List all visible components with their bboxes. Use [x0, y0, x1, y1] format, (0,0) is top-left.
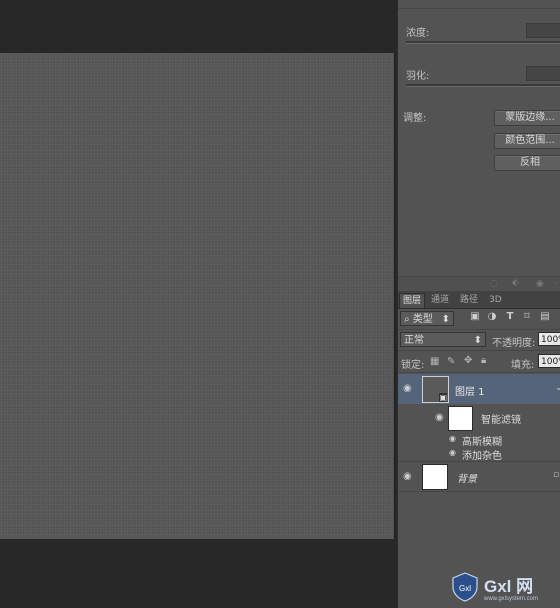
eye-icon[interactable]: ◉	[435, 412, 444, 423]
mask-visibility-icon[interactable]: ◉	[536, 279, 544, 289]
layer-thumbnail	[422, 464, 448, 490]
density-label: 浓度:	[406, 28, 430, 39]
fill-field[interactable]: 100%	[538, 354, 560, 368]
lock-label: 锁定:	[401, 360, 425, 371]
eye-icon[interactable]: ◉	[449, 448, 456, 457]
apply-mask-icon[interactable]: ⬖	[512, 278, 519, 288]
filter-kind-label: 类型	[412, 314, 433, 325]
watermark: Gxl Gxl 网 www.gxlsystem.com	[452, 570, 560, 608]
layer-name: 背景	[457, 474, 477, 485]
search-icon: ⌕	[404, 314, 410, 325]
invert-button[interactable]: 反相	[494, 155, 560, 171]
divider	[398, 491, 560, 492]
lock-all-icon[interactable]: 🔒︎	[481, 355, 486, 366]
properties-panel: 浓度: 羽化: 调整: 蒙版边缘... 颜色范围... 反相 ◌ ⬖ ◉ ·	[398, 0, 560, 292]
image-filter-icon[interactable]: ▣	[469, 311, 481, 322]
divider	[398, 350, 560, 351]
tab-paths[interactable]: 路径	[457, 293, 481, 307]
filter-row[interactable]: ◉ 高斯模糊	[398, 432, 560, 448]
density-value-field[interactable]	[526, 23, 560, 38]
blend-mode-select[interactable]: 正常 ⬍	[400, 332, 486, 347]
smart-filters-label: 智能滤镜	[481, 415, 521, 426]
divider	[398, 329, 560, 330]
panel-top-edge	[398, 0, 560, 9]
smart-filters-row[interactable]: ◉ 智能滤镜	[398, 404, 560, 432]
shape-filter-icon[interactable]: ⌑	[521, 311, 533, 322]
lock-transparent-pixels-icon[interactable]: ▦	[430, 356, 439, 367]
divider	[398, 372, 560, 373]
density-slider[interactable]	[406, 41, 560, 44]
layers-panel-tabs: 图层 通道 路径 3D	[398, 291, 560, 309]
eye-icon[interactable]: ◉	[403, 383, 412, 394]
fill-label: 填充:	[511, 360, 535, 371]
adjustment-filter-icon[interactable]: ◑	[486, 311, 498, 322]
delete-mask-icon[interactable]: ·	[554, 279, 557, 289]
smart-filter-mask-thumbnail[interactable]	[448, 406, 473, 431]
smart-object-badge-icon: ▣	[439, 393, 447, 402]
type-filter-icon[interactable]: T	[504, 311, 516, 322]
filter-name: 添加杂色	[462, 451, 502, 462]
eye-icon[interactable]: ◉	[403, 471, 412, 482]
layer-thumbnail: ▣	[422, 376, 449, 403]
layers-panel: 图层 通道 路径 3D ⌕ 类型 ⬍ ▣ ◑ T ⌑ ▤ 正常 ⬍ 不透明度: …	[398, 291, 560, 608]
lock-position-icon[interactable]: ✥	[464, 355, 472, 366]
opacity-label: 不透明度:	[492, 338, 536, 349]
lock-icon: ▫	[553, 470, 560, 480]
mask-edge-button[interactable]: 蒙版边缘...	[494, 110, 560, 126]
smart-object-filter-icon[interactable]: ▤	[539, 311, 551, 322]
chevron-updown-icon: ⬍	[473, 335, 482, 346]
adjust-label: 调整:	[403, 113, 427, 124]
filter-row[interactable]: ◉ 添加杂色	[398, 446, 560, 462]
svg-text:Gxl: Gxl	[459, 584, 471, 593]
layer-row[interactable]: ◉ 背景 ▫	[398, 462, 560, 491]
chevron-updown-icon: ⬍	[441, 314, 450, 325]
feather-value-field[interactable]	[526, 66, 560, 81]
selection-from-mask-icon[interactable]: ◌	[490, 279, 498, 289]
layer-filter-kind-select[interactable]: ⌕ 类型 ⬍	[400, 311, 454, 326]
layer-name: 图层 1	[455, 387, 485, 398]
shield-logo-icon: Gxl	[452, 572, 478, 602]
layer-options-icon[interactable]: ⌄	[555, 383, 560, 393]
feather-slider[interactable]	[406, 84, 560, 87]
tab-layers[interactable]: 图层	[399, 293, 426, 308]
document-canvas[interactable]	[0, 53, 395, 539]
document-workspace	[0, 0, 397, 608]
tab-3d[interactable]: 3D	[486, 293, 505, 307]
color-range-button[interactable]: 颜色范围...	[494, 133, 560, 149]
feather-label: 羽化:	[406, 71, 430, 82]
properties-footer: ◌ ⬖ ◉ ·	[398, 276, 560, 292]
tab-channels[interactable]: 通道	[428, 293, 452, 307]
watermark-brand: Gxl 网	[484, 577, 534, 596]
watermark-url: www.gxlsystem.com	[484, 596, 539, 602]
layer-row[interactable]: ◉ ▣ 图层 1 ⌄	[398, 374, 560, 404]
lock-image-pixels-icon[interactable]: ✎	[447, 356, 455, 367]
opacity-field[interactable]: 100%	[538, 332, 560, 346]
blend-mode-value: 正常	[404, 335, 424, 346]
right-panel-dock: 浓度: 羽化: 调整: 蒙版边缘... 颜色范围... 反相 ◌ ⬖ ◉ · 图…	[397, 0, 560, 608]
eye-icon[interactable]: ◉	[449, 434, 456, 443]
